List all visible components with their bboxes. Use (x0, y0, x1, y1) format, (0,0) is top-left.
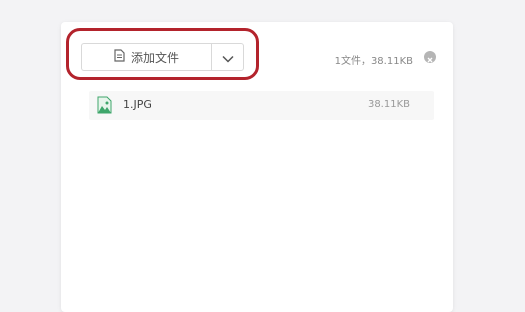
close-circle-icon[interactable] (424, 51, 436, 63)
add-file-label: 添加文件 (130, 50, 179, 65)
file-list-item[interactable]: 1.JPG 38.11KB (89, 91, 434, 120)
add-file-button[interactable]: 添加文件 (81, 43, 211, 71)
file-size: 38.11KB (367, 99, 410, 110)
image-file-icon (97, 96, 112, 114)
add-file-dropdown-button[interactable] (211, 43, 244, 71)
file-name: 1.JPG (123, 98, 152, 111)
upload-panel: 添加文件 1文件，38.11KB 1.JPG 38.11KB (61, 22, 453, 312)
upload-toolbar: 添加文件 (81, 43, 244, 71)
document-icon (114, 49, 125, 65)
chevron-down-icon (221, 48, 234, 67)
file-summary: 1文件，38.11KB (334, 56, 413, 67)
